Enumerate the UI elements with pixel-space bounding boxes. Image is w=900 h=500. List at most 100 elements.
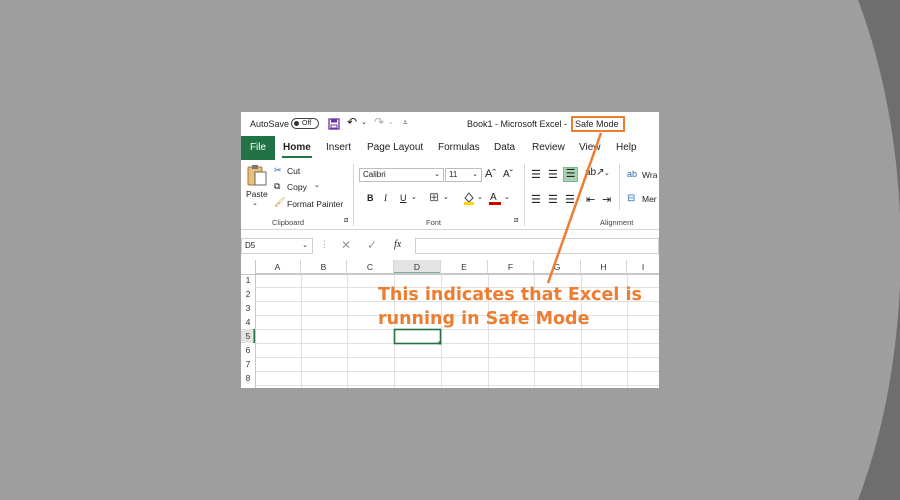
cut-label[interactable]: Cut	[287, 166, 300, 176]
tab-review[interactable]: Review	[532, 142, 565, 153]
chevron-down-icon: ⌄	[302, 242, 308, 249]
row-header-7[interactable]: 7	[241, 359, 255, 369]
excel-window: AutoSave Off ↶ ⌄ ↷ ⌄ ⩡ Book1 - Microsoft…	[241, 112, 659, 388]
annotation-callout: This indicates that Excel is running in …	[378, 283, 648, 331]
annotation-line-2: running in Safe Mode	[378, 309, 590, 329]
align-left-icon[interactable]: ☰	[531, 193, 541, 206]
font-color-icon[interactable]: A	[489, 190, 501, 205]
row-header-1[interactable]: 1	[241, 275, 255, 285]
column-header-b[interactable]: B	[301, 260, 347, 274]
safe-mode-label: Safe Mode	[575, 119, 619, 129]
merge-icon: ⊟	[627, 193, 636, 204]
divider	[619, 164, 620, 210]
font-name-select[interactable]: Calibri ⌄	[359, 168, 444, 182]
row-header-3[interactable]: 3	[241, 303, 255, 313]
column-header-g[interactable]: G	[534, 260, 581, 274]
document-title: Book1 - Microsoft Excel -	[467, 119, 568, 129]
bold-button[interactable]: B	[367, 193, 374, 203]
divider	[524, 164, 525, 226]
row-header-6[interactable]: 6	[241, 345, 255, 355]
autosave-state: Off	[302, 120, 312, 127]
font-size-select[interactable]: 11 ⌄	[445, 168, 482, 182]
name-box[interactable]: D5 ⌄	[241, 238, 313, 254]
font-color-dropdown-icon[interactable]: ⌄	[504, 193, 510, 201]
fill-color-icon[interactable]	[463, 191, 475, 205]
annotation-line-1: This indicates that Excel is	[378, 285, 642, 305]
wrap-text-icon: ab	[627, 169, 638, 179]
font-launcher-icon[interactable]: ⧄	[514, 217, 518, 225]
row-header-2[interactable]: 2	[241, 289, 255, 299]
align-center-icon[interactable]: ☰	[548, 193, 558, 206]
insert-function-button[interactable]: fx	[394, 239, 401, 250]
column-header-e[interactable]: E	[441, 260, 488, 274]
align-right-icon[interactable]: ☰	[565, 193, 575, 206]
alignment-group-label: Alignment	[600, 218, 634, 227]
font-name-value: Calibri	[363, 170, 386, 179]
chevron-down-icon: ⌄	[434, 171, 440, 178]
align-top-icon[interactable]: ☰	[531, 168, 541, 181]
underline-dropdown-icon[interactable]: ⌄	[411, 193, 417, 201]
increase-indent-icon[interactable]: ⇥	[602, 193, 611, 206]
font-size-value: 11	[449, 170, 458, 179]
borders-dropdown-icon[interactable]: ⌄	[443, 193, 449, 201]
align-middle-icon[interactable]: ☰	[548, 168, 558, 181]
format-painter-icon: 🖌	[274, 197, 286, 207]
column-header-d[interactable]: D	[394, 260, 441, 274]
align-bottom-icon[interactable]: ☰	[563, 167, 578, 182]
active-tab-indicator	[282, 156, 312, 158]
autosave-label: AutoSave	[250, 119, 290, 129]
fill-color-dropdown-icon[interactable]: ⌄	[477, 193, 483, 201]
row-header-8[interactable]: 8	[241, 373, 255, 383]
column-header-a[interactable]: A	[255, 260, 301, 274]
orientation-icon[interactable]: ab↗	[585, 167, 605, 178]
shrink-font-glyph: A	[503, 169, 510, 180]
redo-dropdown-icon[interactable]: ⌄	[388, 118, 394, 126]
more-icon: ⋮	[320, 239, 329, 249]
formula-bar: D5 ⌄ ⋮ ✕ ✓ fx	[241, 236, 659, 254]
paste-icon[interactable]	[246, 163, 268, 187]
format-painter-label[interactable]: Format Painter	[287, 199, 343, 209]
tab-help[interactable]: Help	[616, 142, 637, 153]
underline-button[interactable]: U	[400, 193, 407, 203]
tab-view[interactable]: View	[579, 142, 601, 153]
wrap-text-label[interactable]: Wra	[642, 170, 657, 180]
formula-input[interactable]	[415, 238, 659, 254]
tab-insert[interactable]: Insert	[326, 142, 351, 153]
undo-dropdown-icon[interactable]: ⌄	[361, 118, 367, 126]
paste-dropdown-icon[interactable]: ⌄	[252, 199, 258, 207]
merge-label[interactable]: Mer	[642, 194, 657, 204]
decrease-indent-icon[interactable]: ⇤	[586, 193, 595, 206]
copy-label[interactable]: Copy	[287, 182, 307, 192]
toggle-knob	[294, 121, 299, 126]
tab-data[interactable]: Data	[494, 142, 515, 153]
column-header-c[interactable]: C	[347, 260, 394, 274]
row-header-4[interactable]: 4	[241, 317, 255, 327]
chevron-down-icon: ⌄	[472, 171, 478, 178]
grow-font-icon[interactable]: Aˆ	[485, 168, 496, 180]
shrink-font-icon[interactable]: Aˇ	[503, 169, 513, 180]
autosave-toggle[interactable]: Off	[291, 118, 319, 129]
undo-icon[interactable]: ↶	[347, 115, 357, 129]
column-header-f[interactable]: F	[488, 260, 534, 274]
tab-formulas[interactable]: Formulas	[438, 142, 480, 153]
clipboard-launcher-icon[interactable]: ⧄	[344, 217, 348, 225]
column-header-i[interactable]: I	[627, 260, 659, 274]
divider	[353, 164, 354, 226]
tab-file[interactable]: File	[241, 136, 275, 160]
save-icon[interactable]	[328, 118, 340, 130]
italic-button[interactable]: I	[384, 193, 387, 203]
copy-dropdown-icon[interactable]: ⌄	[314, 181, 320, 189]
redo-icon[interactable]: ↷	[374, 115, 384, 129]
customize-toolbar-icon[interactable]: ⩡	[403, 118, 408, 128]
orientation-dropdown-icon[interactable]: ⌄	[604, 169, 610, 177]
enter-icon[interactable]: ✓	[367, 238, 377, 252]
tab-home[interactable]: Home	[283, 142, 311, 153]
column-header-h[interactable]: H	[581, 260, 627, 274]
borders-icon[interactable]: ⊞	[429, 190, 439, 204]
tab-page-layout[interactable]: Page Layout	[367, 142, 423, 153]
cancel-icon[interactable]: ✕	[341, 238, 351, 252]
font-group-label: Font	[426, 218, 442, 227]
paste-label[interactable]: Paste	[246, 189, 268, 199]
row-header-5[interactable]: 5	[241, 331, 255, 341]
selected-cell-d5	[393, 328, 442, 345]
